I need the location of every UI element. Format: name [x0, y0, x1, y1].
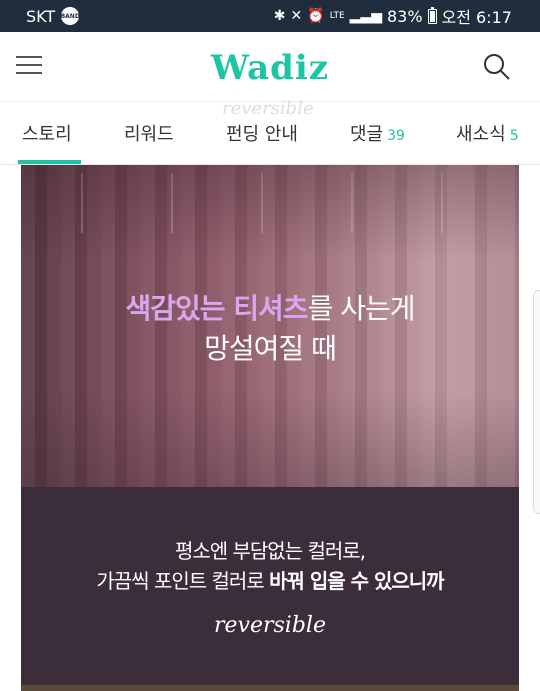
banner-caption-box: 평소엔 부담없는 컬러로, 가끔씩 포인트 컬러로 바꿔 입을 수 있으니까 r… — [21, 487, 519, 685]
lte-indicator: LTE — [329, 10, 345, 21]
banner-headline-line2: 망설여질 때 — [204, 332, 337, 365]
tab-news[interactable]: 새소식 5 — [456, 120, 519, 146]
tab-story[interactable]: 스토리 — [22, 120, 72, 146]
battery-icon — [427, 6, 437, 24]
caption-line-2: 가끔씩 포인트 컬러로 바꿔 입을 수 있으니까 — [21, 565, 519, 594]
tab-label: 댓글 — [350, 124, 384, 145]
bluetooth-icon: ✱ — [273, 8, 286, 24]
banner-headline: 색감있는 티셔츠를 사는게 — [21, 287, 519, 327]
band-app-icon: BAND — [61, 7, 80, 25]
side-panel-edge[interactable] — [533, 290, 540, 514]
news-count: 5 — [509, 128, 519, 144]
watermark-text: reversible — [222, 98, 314, 119]
tab-label: 스토리 — [22, 124, 72, 145]
tab-funding-info[interactable]: 펀딩 안내 — [226, 120, 298, 146]
active-tab-indicator — [18, 160, 81, 164]
comment-count: 39 — [387, 128, 405, 144]
status-right: ✱ ✕ ⏰ LTE ▂▃▅ 83% 오전 6:17 — [274, 0, 512, 32]
alarm-icon: ⏰ — [307, 8, 325, 24]
tab-label: 펀딩 안내 — [226, 124, 298, 145]
signal-icon: ▂▃▅ — [349, 8, 382, 24]
battery-percent: 83% — [386, 6, 423, 26]
tab-reward[interactable]: 리워드 — [124, 120, 174, 146]
tab-label: 새소식 — [456, 124, 506, 145]
carrier-label: SKT — [26, 6, 56, 26]
clock: 오전 6:17 — [441, 8, 512, 27]
status-bar: SKT BAND ✱ ✕ ⏰ LTE ▂▃▅ 83% 오전 6:17 — [0, 0, 540, 32]
headline-rest: 를 사는게 — [307, 292, 416, 325]
wadiz-logo[interactable]: Wadiz — [0, 48, 540, 88]
tab-label: 리워드 — [124, 124, 174, 145]
next-image-edge — [21, 685, 519, 691]
caption-plain: 가끔씩 포인트 컬러로 — [96, 569, 270, 593]
brand-signature: reversible — [214, 613, 326, 638]
headline-highlight: 색감있는 티셔츠 — [125, 292, 308, 325]
caption-bold: 바꿔 입을 수 있으니까 — [269, 569, 444, 593]
search-icon[interactable] — [482, 52, 512, 82]
tshirt-rack-photo: 색감있는 티셔츠를 사는게 망설여질 때 — [21, 165, 519, 487]
tab-comments[interactable]: 댓글 39 — [350, 120, 405, 146]
app-header: Wadiz — [0, 32, 540, 102]
story-banner: 색감있는 티셔츠를 사는게 망설여질 때 평소엔 부담없는 컬러로, 가끔씩 포… — [21, 165, 519, 691]
caption-line-1: 평소엔 부담없는 컬러로, — [174, 539, 366, 563]
project-tabs: reversible 스토리 리워드 펀딩 안내 댓글 39 새소식 5 — [0, 98, 540, 165]
status-left: SKT BAND — [26, 0, 80, 32]
mute-icon: ✕ — [290, 8, 303, 24]
